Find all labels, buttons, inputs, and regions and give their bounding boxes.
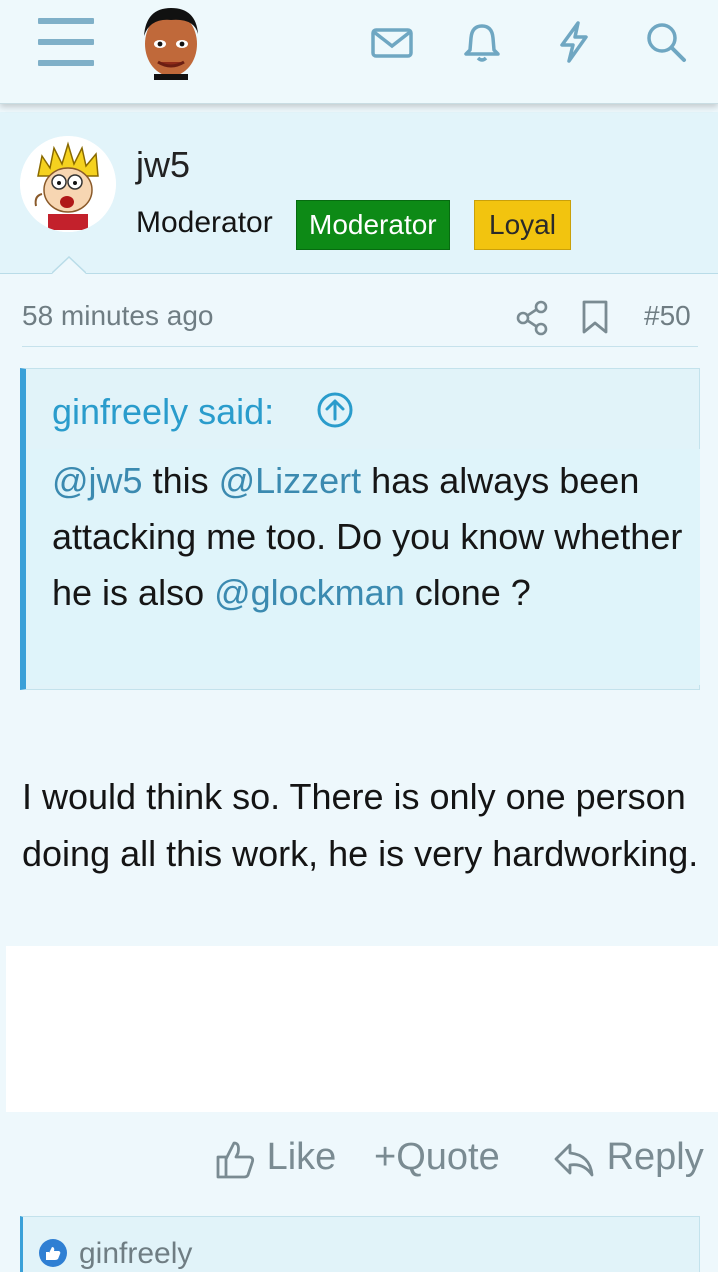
header-pointer: [52, 256, 86, 274]
mail-icon[interactable]: [370, 20, 414, 64]
quote-block: ginfreely said: @jw5 this @Lizzert has a…: [20, 368, 700, 690]
share-icon[interactable]: [514, 298, 550, 338]
meta-divider: [22, 346, 698, 347]
quote-text-segment: this: [142, 460, 219, 501]
bell-icon[interactable]: [460, 20, 504, 64]
reactor-name[interactable]: ginfreely: [79, 1237, 192, 1271]
reactions-bar: ginfreely: [20, 1216, 700, 1272]
profile-avatar-icon[interactable]: [136, 4, 206, 80]
post-timestamp[interactable]: 58 minutes ago: [22, 300, 213, 332]
mention-link[interactable]: @Lizzert: [219, 460, 362, 501]
search-icon[interactable]: [644, 20, 688, 64]
post-username[interactable]: jw5: [136, 144, 190, 186]
quote-author[interactable]: ginfreely said:: [52, 391, 274, 433]
mention-link[interactable]: @jw5: [52, 460, 143, 501]
blank-content-area: [6, 946, 718, 1112]
loyal-badge: Loyal: [474, 200, 571, 250]
bolt-icon[interactable]: [552, 20, 596, 64]
menu-icon[interactable]: [38, 18, 94, 66]
reply-button[interactable]: Reply: [552, 1136, 704, 1181]
like-label: Like: [266, 1136, 337, 1178]
user-avatar-icon[interactable]: [20, 136, 116, 232]
moderator-badge: Moderator: [296, 200, 450, 250]
top-bar: [0, 0, 718, 104]
like-reaction-icon: [39, 1239, 67, 1267]
quote-text-segment: clone ?: [404, 572, 531, 613]
bookmark-icon[interactable]: [578, 298, 612, 338]
mention-link[interactable]: @glockman: [214, 572, 405, 613]
user-title: Moderator: [136, 206, 273, 239]
post-number-link[interactable]: #50: [644, 300, 691, 332]
post-body: I would think so. There is only one pers…: [22, 776, 699, 874]
quote-label: +Quote: [374, 1136, 500, 1178]
arrow-up-circle-icon[interactable]: [316, 391, 354, 429]
reply-icon: [554, 1143, 594, 1177]
quote-button[interactable]: +Quote: [374, 1136, 500, 1179]
reply-label: Reply: [606, 1136, 704, 1178]
thumbs-up-icon: [216, 1141, 255, 1179]
like-button[interactable]: Like: [214, 1136, 336, 1181]
quote-text: @jw5 this @Lizzert has always been attac…: [52, 453, 692, 621]
